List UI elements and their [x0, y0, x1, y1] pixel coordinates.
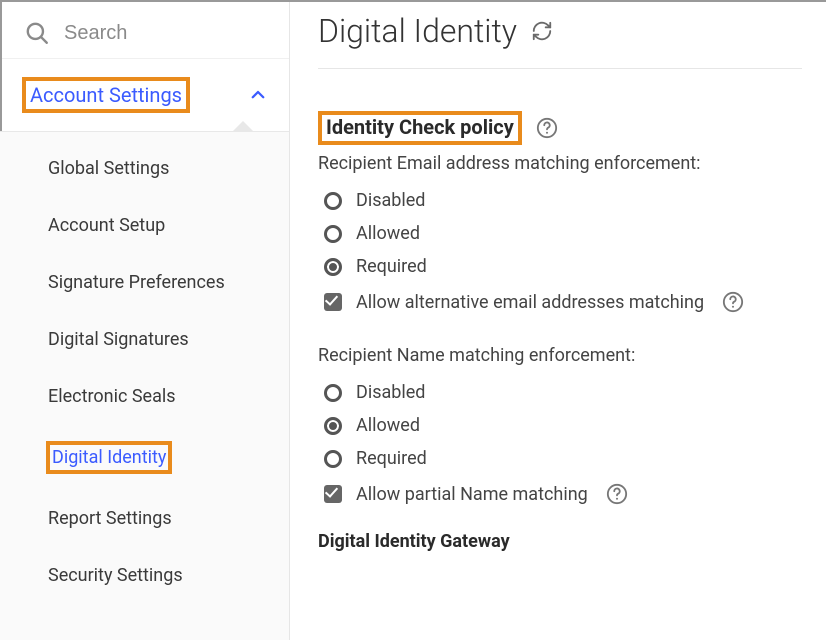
main-panel: Digital Identity Identity Check policy R… — [290, 0, 826, 640]
search-input[interactable] — [64, 22, 269, 45]
radio-label: Disabled — [356, 382, 425, 403]
checkbox-icon — [324, 485, 342, 503]
sidebar-item-account-setup[interactable]: Account Setup — [0, 197, 289, 254]
radio-icon — [324, 258, 342, 276]
search-icon — [24, 20, 50, 46]
radio-icon — [324, 450, 342, 468]
checkbox-label: Allow alternative email addresses matchi… — [356, 292, 704, 313]
email-enforcement-label: Recipient Email address matching enforce… — [318, 153, 802, 174]
sidebar-item-global-settings[interactable]: Global Settings — [0, 140, 289, 197]
sidebar-item-digital-signatures[interactable]: Digital Signatures — [0, 311, 289, 368]
help-icon[interactable] — [536, 117, 558, 139]
sidebar: Account Settings Global Settings Account… — [0, 0, 290, 640]
identity-check-policy-title: Identity Check policy — [318, 111, 522, 145]
email-enforcement-block: Recipient Email address matching enforce… — [318, 153, 802, 319]
checkbox-label: Allow partial Name matching — [356, 484, 588, 505]
page-title-row: Digital Identity — [318, 0, 802, 69]
page-title: Digital Identity — [318, 12, 517, 50]
name-enforcement-label: Recipient Name matching enforcement: — [318, 345, 802, 366]
radio-label: Allowed — [356, 223, 420, 244]
help-icon[interactable] — [606, 483, 628, 505]
sidebar-item-digital-identity[interactable]: Digital Identity — [0, 425, 289, 490]
name-allow-partial-checkbox[interactable]: Allow partial Name matching — [324, 475, 802, 511]
section-title-row: Identity Check policy — [318, 111, 802, 145]
radio-icon — [324, 384, 342, 402]
sidebar-item-electronic-seals[interactable]: Electronic Seals — [0, 368, 289, 425]
name-enforcement-options: Disabled Allowed Required Allow partial … — [318, 376, 802, 511]
sidebar-section-label: Account Settings — [22, 77, 190, 113]
name-option-required[interactable]: Required — [324, 442, 802, 475]
email-option-disabled[interactable]: Disabled — [324, 184, 802, 217]
radio-icon — [324, 417, 342, 435]
help-icon[interactable] — [722, 291, 744, 313]
name-option-allowed[interactable]: Allowed — [324, 409, 802, 442]
sidebar-nav: Global Settings Account Setup Signature … — [0, 132, 289, 640]
name-enforcement-block: Recipient Name matching enforcement: Dis… — [318, 345, 802, 511]
sidebar-item-report-settings[interactable]: Report Settings — [0, 490, 289, 547]
digital-identity-gateway-title: Digital Identity Gateway — [318, 531, 802, 552]
radio-icon — [324, 192, 342, 210]
radio-label: Required — [356, 448, 427, 469]
chevron-up-icon — [249, 86, 267, 104]
name-option-disabled[interactable]: Disabled — [324, 376, 802, 409]
sidebar-item-signature-preferences[interactable]: Signature Preferences — [0, 254, 289, 311]
search-row — [0, 2, 289, 59]
email-option-allowed[interactable]: Allowed — [324, 217, 802, 250]
app-window: Account Settings Global Settings Account… — [0, 0, 826, 640]
radio-label: Disabled — [356, 190, 425, 211]
email-allow-alternative-checkbox[interactable]: Allow alternative email addresses matchi… — [324, 283, 802, 319]
radio-label: Allowed — [356, 415, 420, 436]
email-enforcement-options: Disabled Allowed Required Allow alternat… — [318, 184, 802, 319]
radio-label: Required — [356, 256, 427, 277]
refresh-icon[interactable] — [531, 20, 553, 42]
sidebar-item-security-settings[interactable]: Security Settings — [0, 547, 289, 604]
checkbox-icon — [324, 293, 342, 311]
email-option-required[interactable]: Required — [324, 250, 802, 283]
radio-icon — [324, 225, 342, 243]
